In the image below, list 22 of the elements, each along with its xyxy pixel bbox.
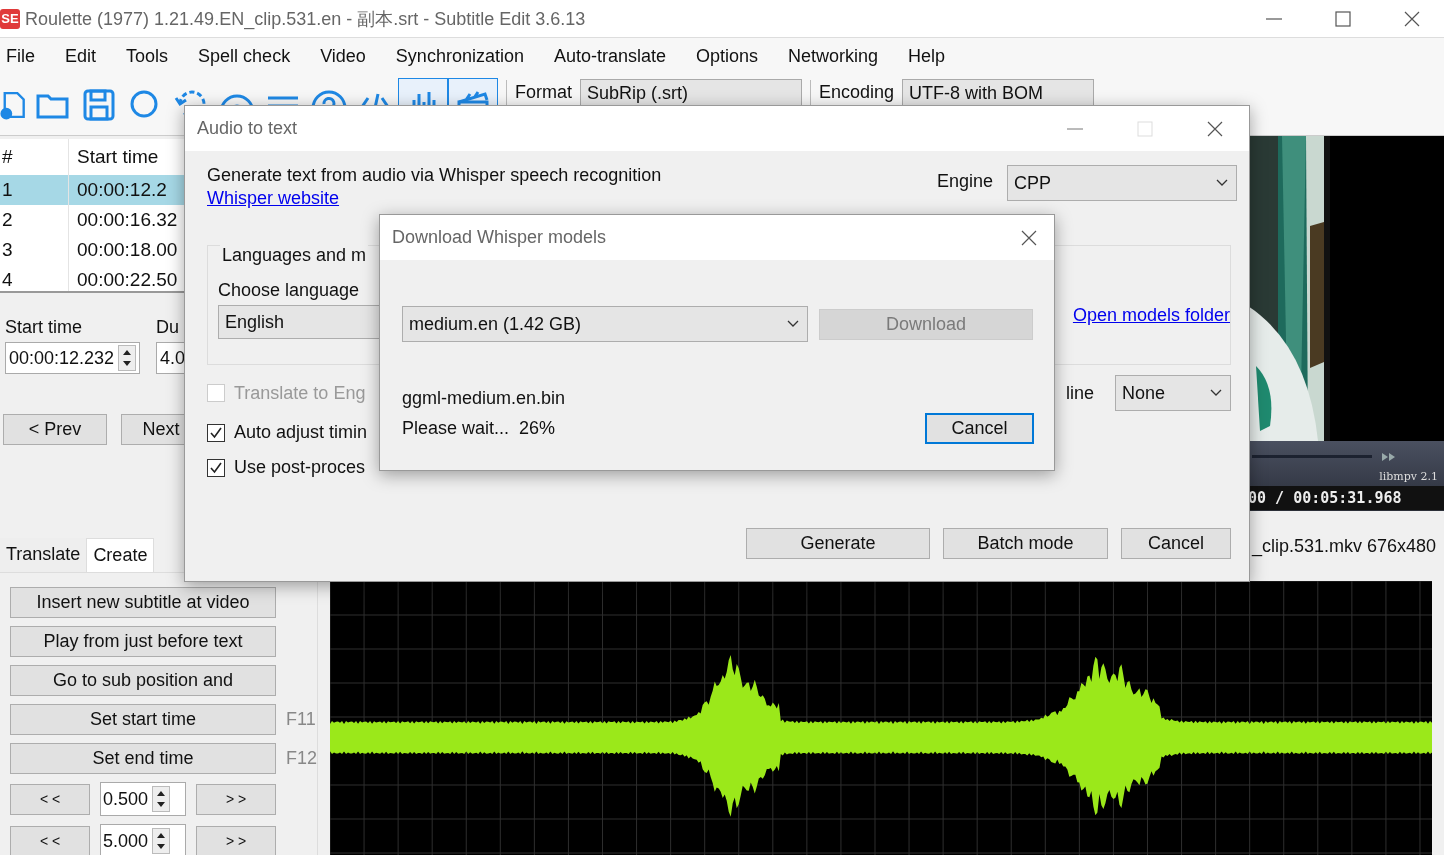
group-title: Languages and m <box>220 245 369 266</box>
max-line-label: line <box>1065 382 1094 404</box>
format-label: Format <box>515 82 572 103</box>
shortcut-label: F12 <box>285 748 317 769</box>
language-label: Choose language <box>218 280 361 301</box>
app-logo: SE <box>0 8 20 29</box>
engine-label: Engine <box>936 171 993 192</box>
option-label: Translate to Eng <box>234 382 366 404</box>
start-time-label: Start time <box>5 317 84 338</box>
video-file-label: _clip.531.mkv 676x480 <box>1251 535 1436 557</box>
duration-label: Du <box>156 317 181 338</box>
player-label: libmpv 2.1 <box>1379 470 1438 483</box>
dialog-title: Audio to text <box>197 118 298 139</box>
shortcut-label: F11 <box>286 709 316 730</box>
option-label: Auto adjust timin <box>234 422 368 443</box>
progress-percent: 26% <box>519 418 556 439</box>
dialog-title: Download Whisper models <box>392 227 607 248</box>
progress-label: Please wait... <box>402 418 510 439</box>
option-label: Use post-proces <box>234 457 366 478</box>
window-title: Roulette (1977) 1.21.49.EN_clip.531.en - 副本.srt - Subtitle Edit 3.6.13 <box>25 7 586 31</box>
model-file-name: ggml-medium.en.bin <box>402 388 567 409</box>
encoding-label: Encoding <box>819 82 895 103</box>
